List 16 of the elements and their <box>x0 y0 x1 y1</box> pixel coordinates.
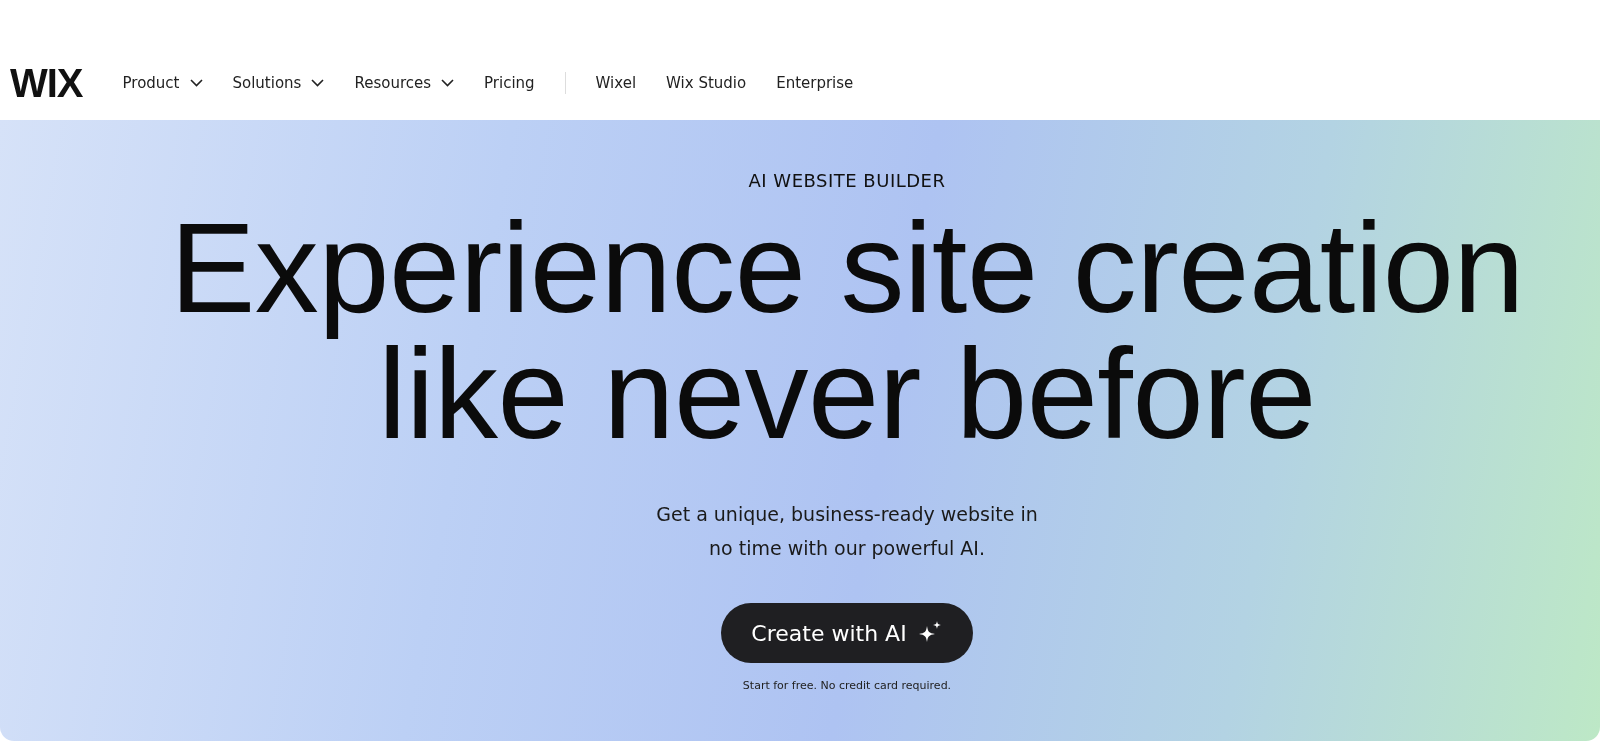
chevron-down-icon <box>441 79 455 87</box>
eyebrow-text: AI WEBSITE BUILDER <box>748 170 946 191</box>
nav-link[interactable]: Product <box>122 74 203 92</box>
headline: Experience site creation like never before <box>169 205 1525 457</box>
nav-link[interactable]: Pricing <box>484 74 535 92</box>
nav-link[interactable]: Wixel <box>595 74 637 92</box>
subtitle: Get a unique, business-ready website in no time with our powerful AI. <box>656 502 1038 561</box>
nav-link[interactable]: Resources <box>354 74 455 92</box>
note-text: Start for free. No credit card required. <box>742 679 952 692</box>
nav-link[interactable]: Solutions <box>232 74 325 92</box>
nav-link[interactable]: Enterprise <box>776 74 854 92</box>
nav-link[interactable]: Wix Studio <box>666 74 747 92</box>
logo[interactable]: WIX <box>10 63 83 103</box>
chevron-down-icon <box>311 79 325 87</box>
chevron-down-icon <box>189 79 203 87</box>
create-button[interactable]: Create with AI <box>721 603 973 663</box>
